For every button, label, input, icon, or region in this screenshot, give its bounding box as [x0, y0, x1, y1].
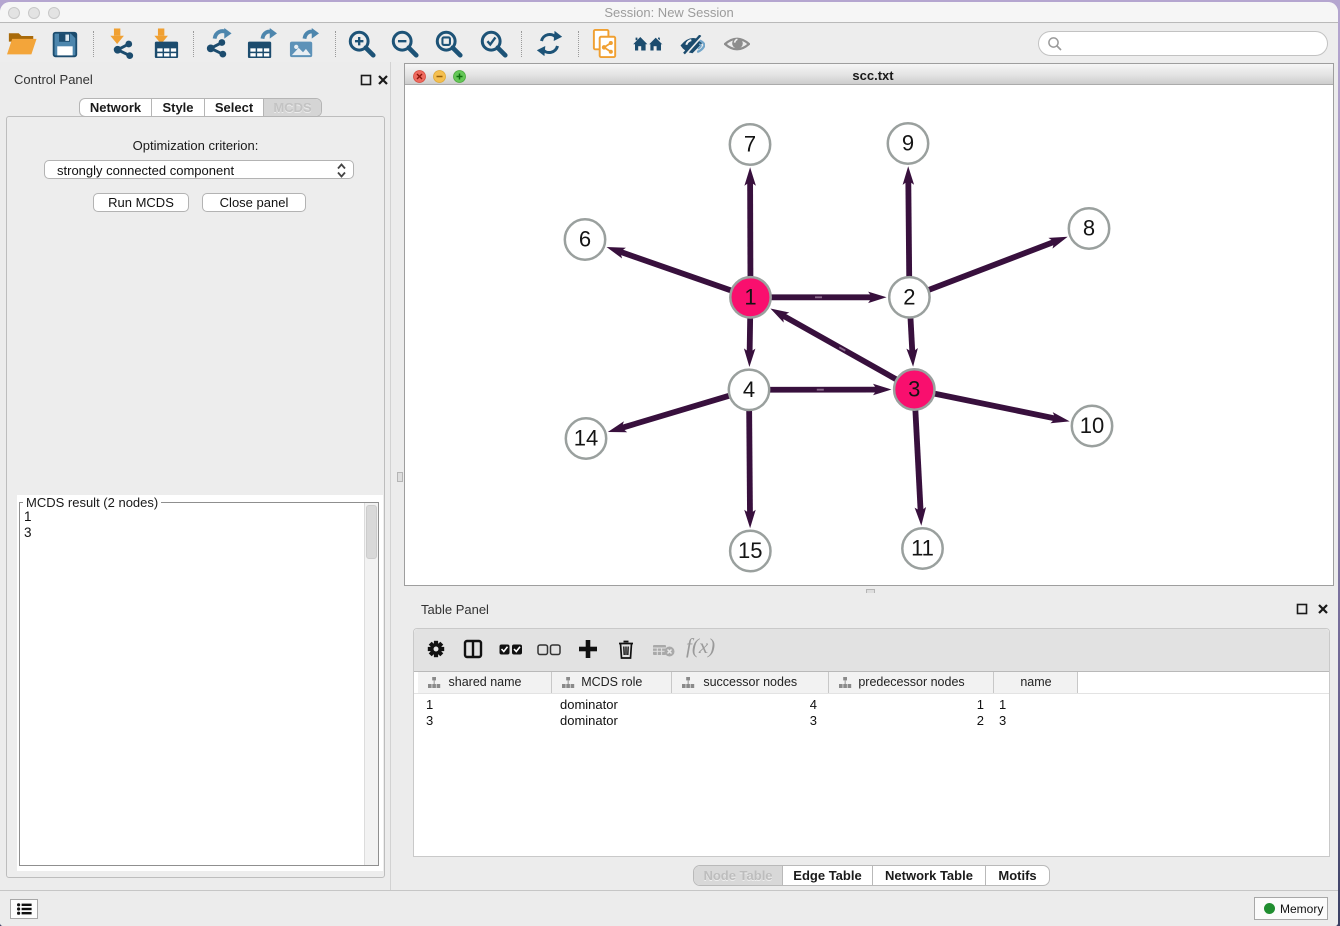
svg-text:6: 6	[579, 227, 591, 252]
svg-text:9: 9	[902, 131, 914, 156]
svg-text:1: 1	[744, 285, 756, 310]
svg-text:4: 4	[743, 377, 755, 402]
svg-text:11: 11	[911, 536, 934, 561]
svg-text:8: 8	[1083, 216, 1095, 241]
svg-text:14: 14	[574, 426, 598, 451]
svg-text:3: 3	[908, 377, 920, 402]
svg-text:15: 15	[738, 538, 762, 563]
svg-text:2: 2	[903, 285, 915, 310]
svg-text:10: 10	[1080, 413, 1104, 438]
svg-text:7: 7	[744, 132, 756, 157]
